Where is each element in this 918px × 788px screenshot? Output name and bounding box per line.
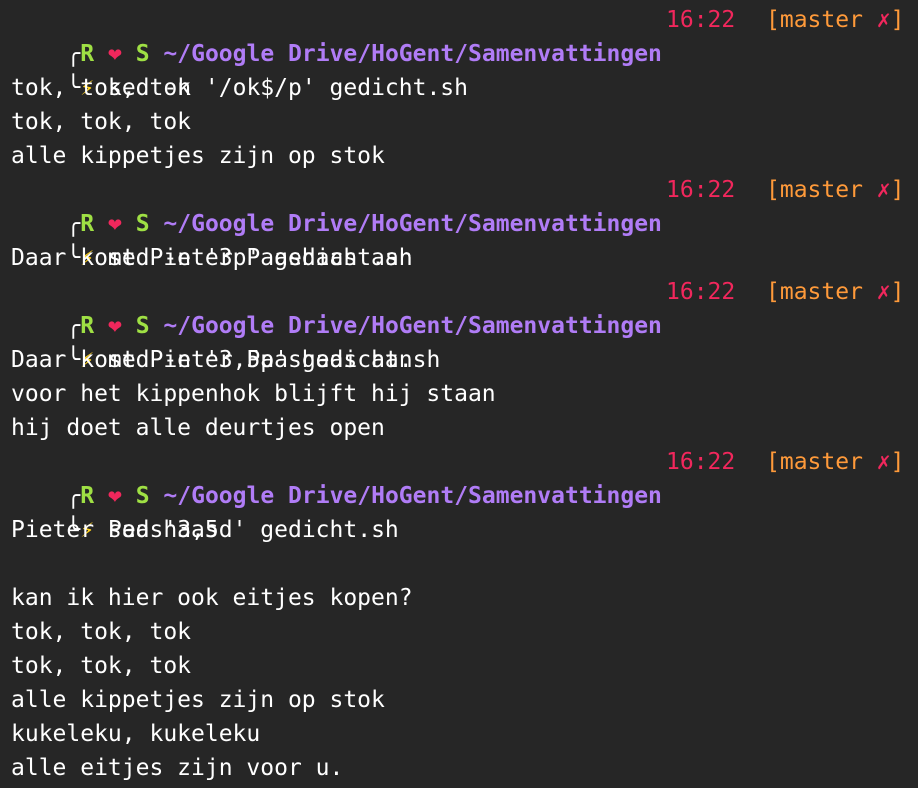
git-dirty-icon: ✗ bbox=[876, 279, 891, 305]
git-branch-label: [master bbox=[766, 279, 877, 305]
output-line: Pieter Paashaas bbox=[11, 517, 219, 543]
terminal-window[interactable]: ╭R ❤ S ~/Google Drive/HoGent/Samenvattin… bbox=[0, 0, 918, 788]
output-line: tok, tok, tok bbox=[11, 653, 192, 679]
output-line: kukeleku, kukeleku bbox=[11, 721, 261, 747]
git-branch-badge: [master ✗] bbox=[766, 173, 905, 207]
git-dirty-icon: ✗ bbox=[876, 7, 891, 33]
prompt-time: 16:22 bbox=[666, 177, 736, 203]
git-dirty-icon: ✗ bbox=[876, 177, 891, 203]
git-branch-badge: [master ✗] bbox=[766, 445, 905, 479]
git-branch-close: ] bbox=[890, 7, 905, 33]
output-line: kan ik hier ook eitjes kopen? bbox=[11, 585, 413, 611]
git-branch-close: ] bbox=[890, 449, 905, 475]
prompt-line: ╭R ❤ S ~/Google Drive/HoGent/Samenvattin… bbox=[11, 173, 904, 237]
git-branch-label: [master bbox=[766, 449, 877, 475]
prompt-time: 16:22 bbox=[666, 7, 736, 33]
output-line: tok, tok, tok bbox=[11, 619, 192, 645]
git-dirty-icon: ✗ bbox=[876, 449, 891, 475]
output-line: Daar komt Pieter Paashaas aan bbox=[11, 245, 413, 271]
output-line: hij doet alle deurtjes open bbox=[11, 415, 385, 441]
output-line: tok, tok, tok bbox=[11, 75, 192, 101]
git-branch-close: ] bbox=[890, 177, 905, 203]
git-branch-label: [master bbox=[766, 177, 877, 203]
git-branch-close: ] bbox=[890, 279, 905, 305]
command-line: ╰⚡ sed -n '3p' gedicht.sh bbox=[11, 207, 412, 271]
command-line: ╰⚡ sed '3,5d' gedicht.sh bbox=[11, 479, 398, 543]
output-line: alle eitjes zijn voor u. bbox=[11, 755, 344, 781]
output-line: alle kippetjes zijn op stok bbox=[11, 687, 385, 713]
prompt-line: ╭R ❤ S ~/Google Drive/HoGent/Samenvattin… bbox=[11, 445, 904, 509]
git-branch-badge: [master ✗] bbox=[766, 275, 905, 309]
prompt-line: ╭R ❤ S ~/Google Drive/HoGent/Samenvattin… bbox=[11, 3, 904, 67]
prompt-time: 16:22 bbox=[666, 449, 736, 475]
output-line: voor het kippenhok blijft hij staan bbox=[11, 381, 496, 407]
output-line: Daar komt Pieter Paashaas aan bbox=[11, 347, 413, 373]
output-line: tok, tok, tok bbox=[11, 109, 192, 135]
git-branch-badge: [master ✗] bbox=[766, 3, 905, 37]
prompt-line: ╭R ❤ S ~/Google Drive/HoGent/Samenvattin… bbox=[11, 275, 904, 339]
command-line: ╰⚡ sed -n '/ok$/p' gedicht.sh bbox=[11, 37, 468, 101]
git-branch-label: [master bbox=[766, 7, 877, 33]
prompt-time: 16:22 bbox=[666, 279, 736, 305]
command-line: ╰⚡ sed -n '3,5p' gedicht.sh bbox=[11, 309, 440, 373]
output-line: alle kippetjes zijn op stok bbox=[11, 143, 385, 169]
